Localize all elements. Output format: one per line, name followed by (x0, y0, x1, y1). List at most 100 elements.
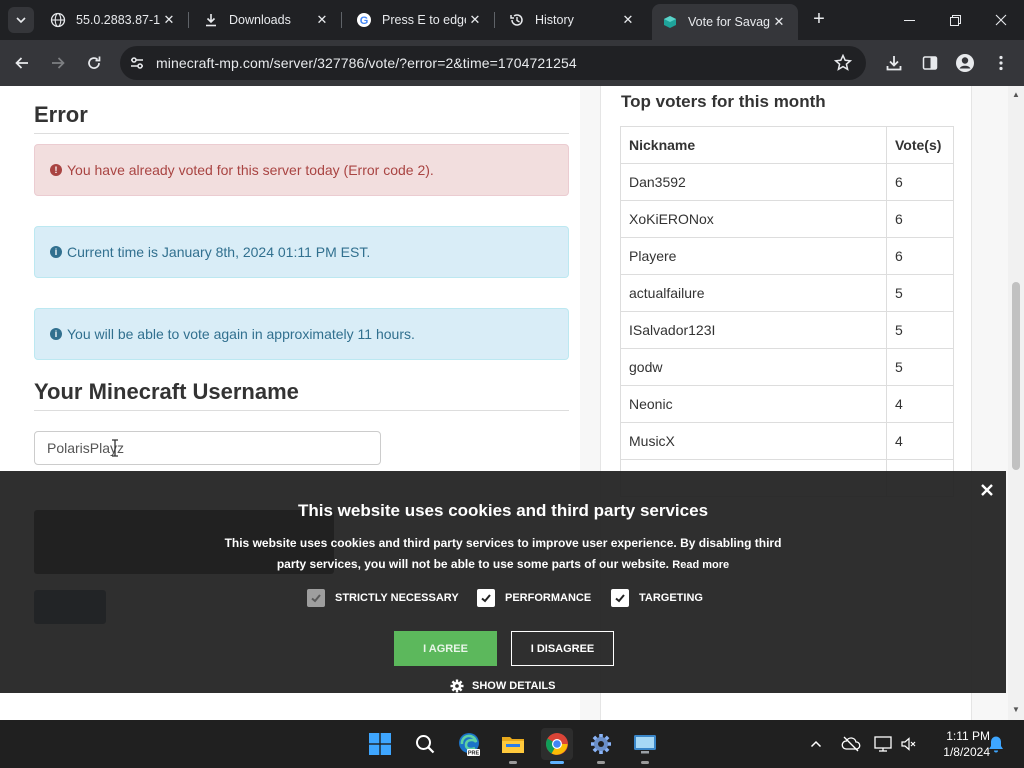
taskbar-edge-preview[interactable]: PRE (453, 728, 485, 760)
option-label: PERFORMANCE (505, 592, 592, 604)
voter-nickname: actualfailure (620, 274, 887, 312)
arrow-left-icon (15, 57, 28, 69)
checkbox-targeting[interactable] (611, 589, 629, 607)
voter-nickname: MusicX (620, 422, 887, 460)
voter-votes: 6 (886, 200, 954, 238)
tab-title: 55.0.2883.87-1 (76, 13, 160, 27)
running-indicator (509, 761, 517, 764)
volume-tray-icon[interactable] (896, 728, 920, 760)
taskbar-file-explorer[interactable] (497, 728, 529, 760)
scroll-down-icon[interactable]: ▼ (1012, 706, 1020, 714)
menu-button[interactable] (990, 52, 1012, 74)
start-button[interactable] (364, 728, 396, 760)
address-bar[interactable]: minecraft-mp.com/server/327786/vote/?err… (120, 46, 866, 80)
voter-nickname: Neonic (620, 385, 887, 423)
cloud-offline-icon (841, 736, 861, 752)
table-row: ISalvador123I 5 (620, 311, 954, 349)
taskbar-chrome[interactable] (541, 728, 573, 760)
table-row: Dan3592 6 (620, 163, 954, 201)
close-icon[interactable]: ✕ (466, 11, 484, 29)
browser-toolbar: minecraft-mp.com/server/327786/vote/?err… (0, 40, 1024, 86)
cookie-consent-banner: This website uses cookies and third part… (0, 471, 1006, 693)
windows-taskbar: PRE 1:11 PM 1/8/2024 (0, 720, 1024, 768)
disagree-button[interactable]: I DISAGREE (511, 631, 614, 666)
voter-nickname: Dan3592 (620, 163, 887, 201)
cookie-close-button[interactable] (978, 481, 996, 499)
error-alert-text: You have already voted for this server t… (67, 162, 434, 178)
clock-date: 1/8/2024 (943, 745, 990, 759)
voter-nickname: Playere (620, 237, 887, 275)
tab-strip: 55.0.2883.87-1 ✕ Downloads ✕ G Press E t… (0, 0, 1024, 40)
page-scrollbar[interactable]: ▲ ▼ (1008, 86, 1024, 720)
reload-button[interactable] (82, 51, 106, 75)
running-indicator (641, 761, 649, 764)
search-icon (416, 735, 435, 754)
performance-option: PERFORMANCE (477, 588, 591, 608)
option-label: TARGETING (639, 592, 703, 604)
read-more-link[interactable]: Read more (672, 559, 729, 571)
option-label: STRICTLY NECESSARY (335, 592, 459, 604)
page-viewport: Error ! You have already voted for this … (0, 86, 1008, 720)
forward-button[interactable] (46, 51, 70, 75)
kebab-menu-icon (999, 55, 1003, 71)
close-icon[interactable]: ✕ (160, 11, 178, 29)
close-icon[interactable]: ✕ (619, 11, 637, 29)
top-voters-table: Nickname Vote(s) Dan3592 6 XoKiERONox 6 Pl… (620, 126, 954, 497)
show-hidden-icons-button[interactable] (804, 728, 828, 760)
system-clock[interactable]: 1:11 PM 1/8/2024 (922, 728, 990, 760)
tab-search-button[interactable] (8, 7, 34, 33)
reload-icon (88, 56, 101, 69)
restore-button[interactable] (932, 0, 978, 40)
site-info-icon[interactable] (120, 55, 154, 71)
back-button[interactable] (10, 51, 34, 75)
window-close-button[interactable] (978, 0, 1024, 40)
table-row: Playere 6 (620, 237, 954, 275)
tab-separator (494, 12, 495, 28)
new-tab-button[interactable]: + (808, 9, 830, 31)
tab-3[interactable]: G Press E to edge ✕ (346, 6, 494, 34)
tab-4[interactable]: History ✕ (499, 6, 647, 34)
taskbar-app[interactable] (629, 728, 661, 760)
folder-icon (502, 737, 524, 753)
windows-logo-icon (369, 733, 391, 755)
time-alert: i Current time is January 8th, 2024 01:1… (34, 226, 569, 278)
divider (34, 410, 569, 411)
scroll-up-icon[interactable]: ▲ (1012, 91, 1020, 99)
strictly-necessary-option: STRICTLY NECESSARY (307, 588, 459, 608)
error-heading: Error (34, 102, 88, 127)
time-alert-text: Current time is January 8th, 2024 01:11 … (67, 244, 371, 260)
profile-button[interactable] (954, 52, 976, 74)
edge-icon: PRE (459, 733, 480, 756)
voter-votes: 4 (886, 385, 954, 423)
info-circle-icon: i (50, 328, 62, 340)
show-details-toggle[interactable]: SHOW DETAILS (450, 678, 556, 694)
downloads-toolbar-button[interactable] (883, 52, 905, 74)
checkbox-performance[interactable] (477, 589, 495, 607)
agree-button[interactable]: I AGREE (394, 631, 497, 666)
tab-separator (341, 12, 342, 28)
display-tray-icon[interactable] (870, 728, 896, 760)
arrow-right-icon (52, 57, 65, 69)
tab-1[interactable]: 55.0.2883.87-1 ✕ (40, 6, 188, 34)
chrome-icon (546, 733, 568, 755)
tab-title: Downloads (229, 13, 291, 27)
voter-votes: 4 (886, 422, 954, 460)
side-panel-button[interactable] (919, 52, 941, 74)
exclamation-circle-icon: ! (50, 164, 62, 176)
minimize-button[interactable] (886, 0, 932, 40)
tab-title: Press E to edge (382, 13, 466, 27)
network-tray-icon[interactable] (838, 728, 864, 760)
minimize-icon (903, 19, 915, 21)
tab-5-active[interactable]: Vote for Savage ✕ (652, 4, 798, 40)
notifications-button[interactable] (984, 728, 1008, 760)
close-icon[interactable]: ✕ (770, 13, 788, 31)
username-input[interactable]: PolarisPlayz (34, 431, 381, 465)
taskbar-search-button[interactable] (409, 728, 441, 760)
checkmark-icon (615, 594, 625, 603)
bookmark-star-icon[interactable] (833, 53, 853, 77)
tab-2[interactable]: Downloads ✕ (193, 6, 341, 34)
chevron-down-icon (16, 17, 26, 24)
taskbar-settings[interactable] (585, 728, 617, 760)
close-icon[interactable]: ✕ (313, 11, 331, 29)
scrollbar-thumb[interactable] (1012, 282, 1020, 470)
